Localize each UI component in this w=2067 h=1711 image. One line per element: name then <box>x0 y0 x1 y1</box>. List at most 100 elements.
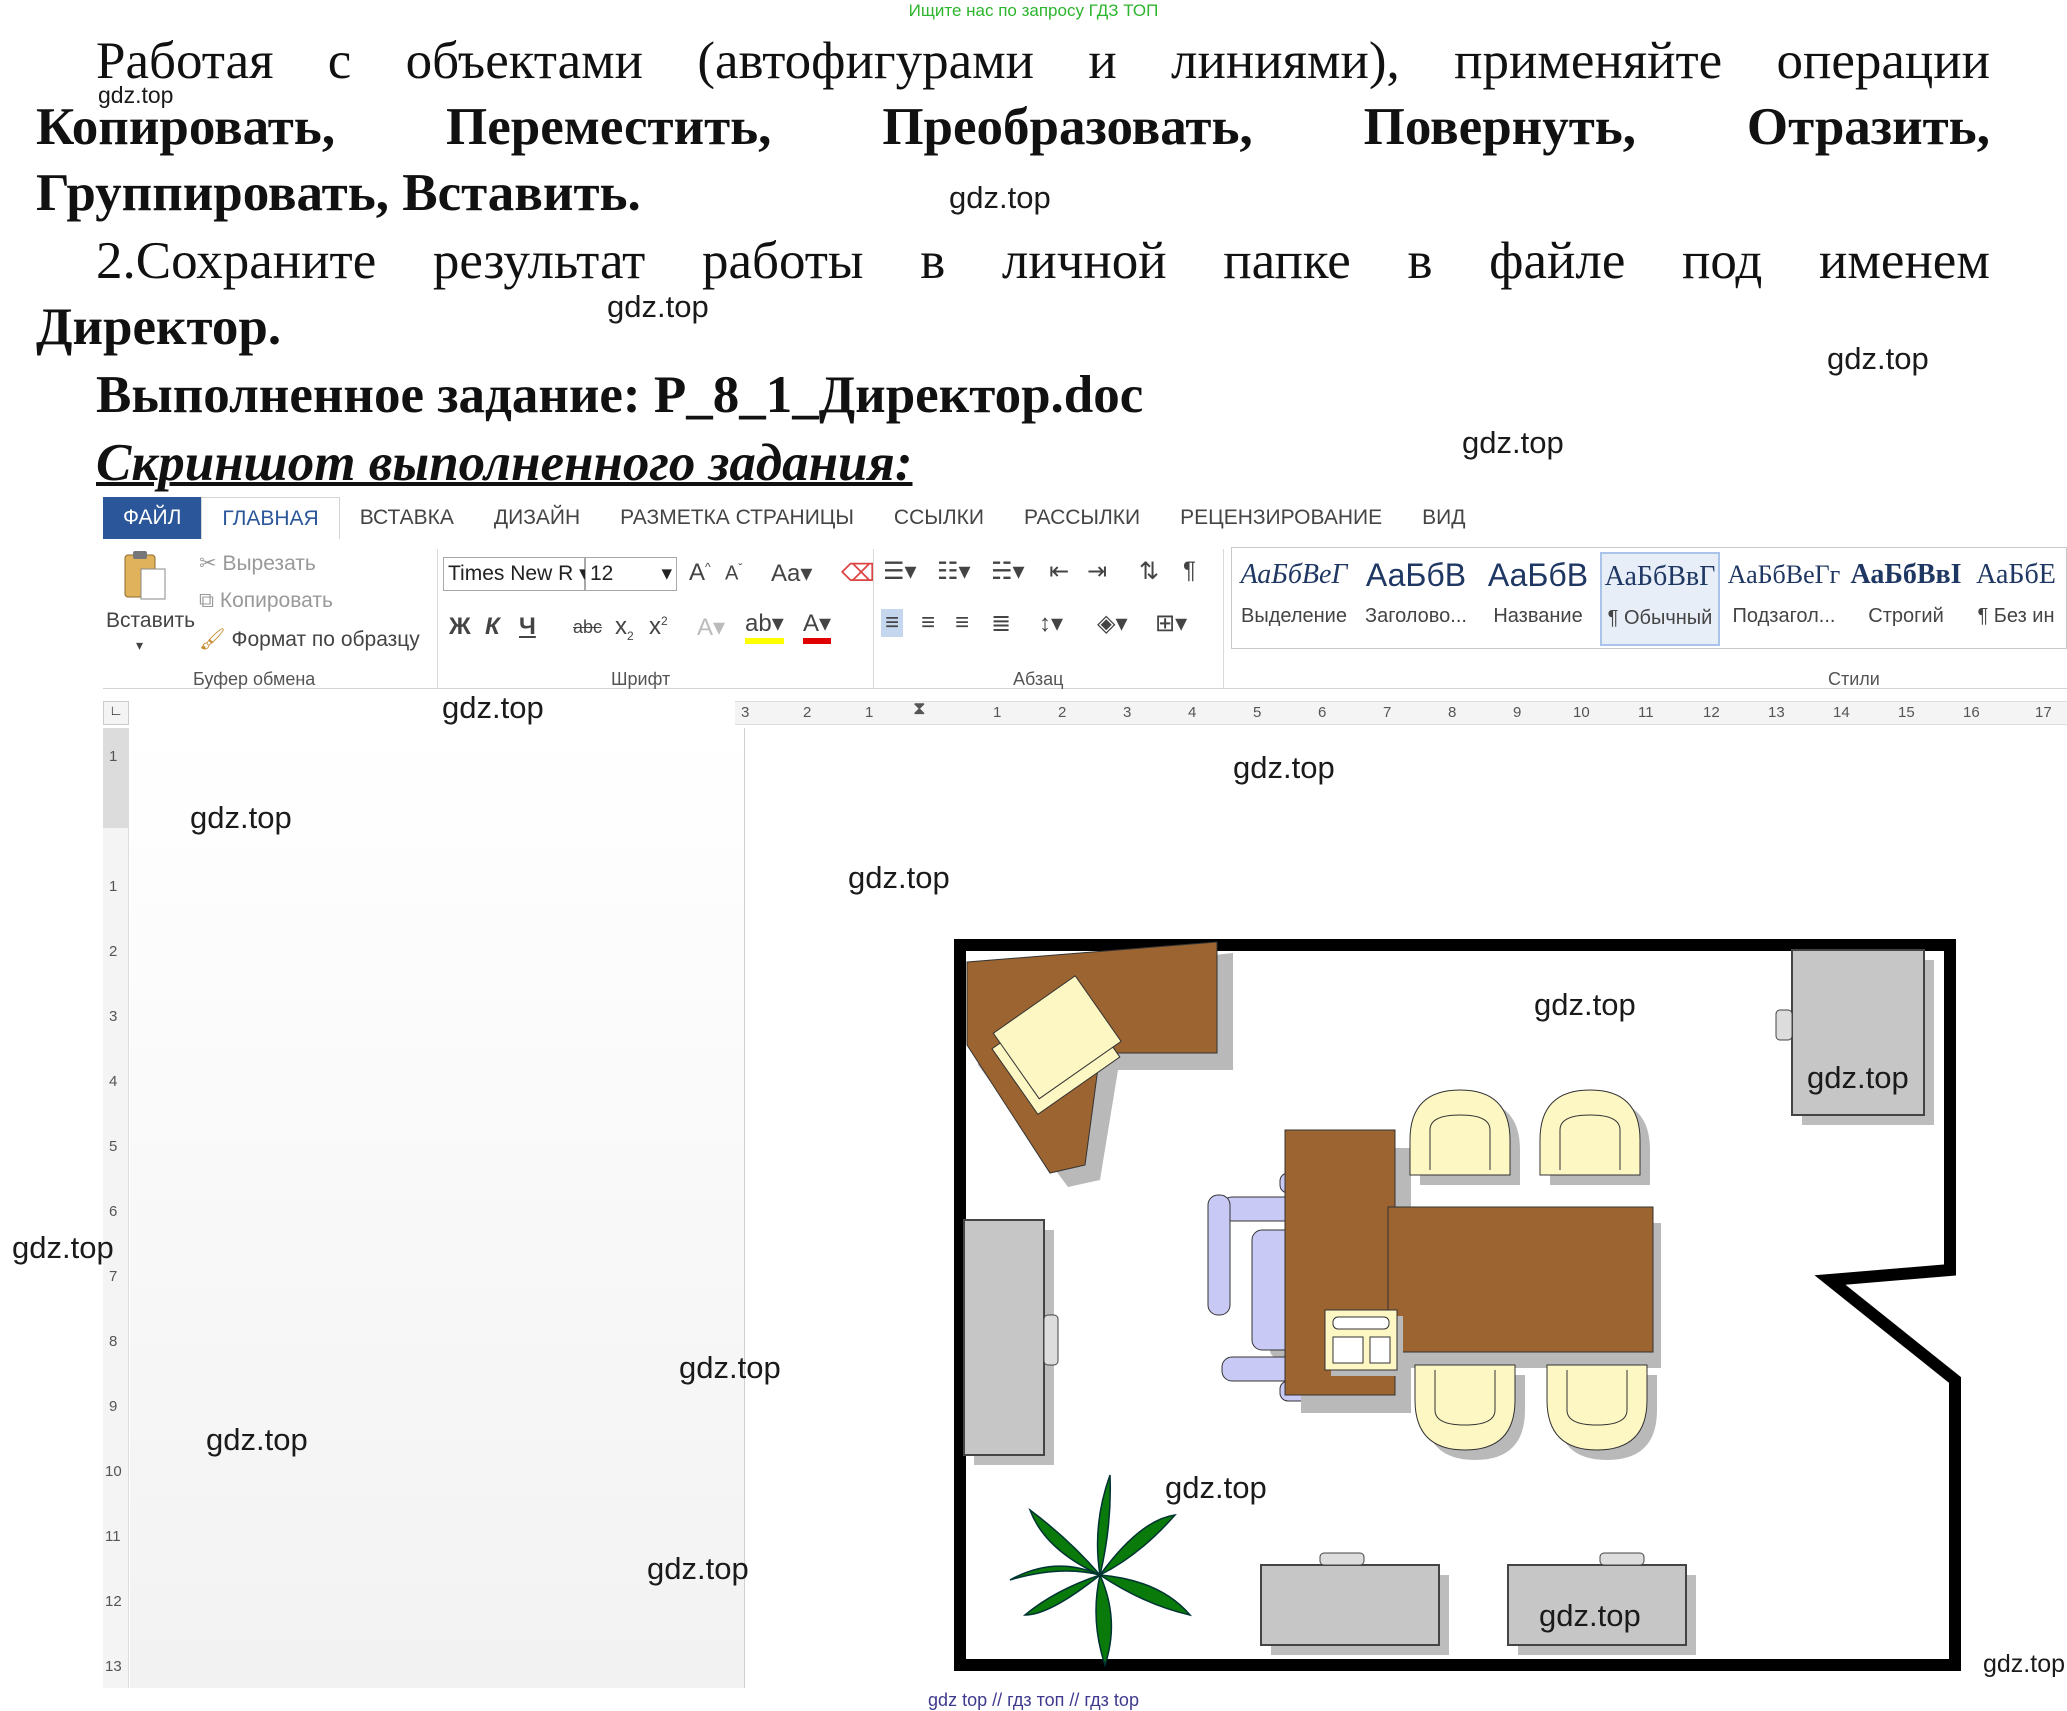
align-right-icon[interactable]: ≡ <box>955 609 969 637</box>
watermark: gdz.top <box>1827 341 1929 376</box>
ruler-number: 12 <box>105 1593 122 1610</box>
paste-button[interactable]: Вставить <box>106 609 195 633</box>
clear-format-icon[interactable]: ⌫ <box>841 559 875 588</box>
vertical-ruler[interactable]: 1 1 2 3 4 5 6 7 8 9 10 11 12 13 <box>103 728 129 1688</box>
strikethrough-button[interactable]: abc <box>573 617 602 638</box>
paste-icon[interactable] <box>123 549 167 601</box>
chevron-down-icon[interactable]: ▾ <box>136 637 143 654</box>
pilcrow-icon[interactable]: ¶ <box>1183 557 1196 585</box>
font-name-select[interactable]: Times New R ▾ <box>443 557 590 591</box>
tab-layout[interactable]: РАЗМЕТКА СТРАНИЦЫ <box>600 497 874 539</box>
tab-mailings[interactable]: РАССЫЛКИ <box>1004 497 1160 539</box>
paragraph-group-label: Абзац <box>1013 669 1064 689</box>
grow-font-icon[interactable]: A^ <box>689 559 711 587</box>
tab-design[interactable]: ДИЗАЙН <box>474 497 600 539</box>
bullets-icon[interactable]: ☰▾ <box>883 557 917 586</box>
scissors-icon: ✂ <box>199 552 223 575</box>
justify-icon[interactable]: ≣ <box>991 609 1011 638</box>
styles-group-label: Стили <box>1828 669 1880 689</box>
superscript-icon[interactable]: x2 <box>649 613 668 641</box>
font-color-icon[interactable]: A▾ <box>803 609 832 644</box>
style-strong[interactable]: АаБбВвI Строгий <box>1848 552 1964 646</box>
ruler-number: 12 <box>1703 704 1720 721</box>
numbering-icon[interactable]: ☷▾ <box>937 557 971 586</box>
shrink-font-icon[interactable]: Aˇ <box>725 561 742 586</box>
align-center-icon[interactable]: ≡ <box>921 609 935 637</box>
line-spacing-icon[interactable]: ↕▾ <box>1039 609 1063 638</box>
highlight-icon[interactable]: ab▾ <box>745 609 784 644</box>
watermark: gdz.top <box>12 1230 114 1265</box>
style-no-spacing[interactable]: АаБбЕ ¶ Без ин <box>1968 552 2064 646</box>
style-heading[interactable]: АаБбВ Заголово... <box>1356 552 1476 646</box>
watermark: gdz.top <box>1462 425 1564 460</box>
watermark: gdz.top <box>949 180 1051 215</box>
borders-icon[interactable]: ⊞▾ <box>1155 609 1187 638</box>
ruler-number: 3 <box>741 704 750 721</box>
cabinet-handle-icon <box>1319 1552 1365 1566</box>
style-normal[interactable]: АаБбВвГ ¶ Обычный <box>1600 552 1720 646</box>
ribbon: ФАЙЛ ГЛАВНАЯ ВСТАВКА ДИЗАЙН РАЗМЕТКА СТР… <box>103 497 2067 689</box>
styles-gallery: АаБбВеГ Выделение АаБбВ Заголово... АаБбВ Н… <box>1231 547 2067 649</box>
bold-button[interactable]: Ж <box>449 613 471 641</box>
group-divider <box>1223 549 1224 689</box>
conference-desk[interactable] <box>1387 1206 1654 1353</box>
completed-task-title: Выполненное задание: P_8_1_Директор.doc <box>96 366 1144 424</box>
cabinet-left[interactable] <box>963 1219 1045 1456</box>
footer-links[interactable]: gdz top // гдз топ // гдз top <box>0 1690 2067 1711</box>
style-subtitle[interactable]: АаБбВеГг Подзагол... <box>1724 552 1844 646</box>
watermark: gdz.top <box>848 860 950 895</box>
multilevel-list-icon[interactable]: ☵▾ <box>991 557 1025 586</box>
brush-icon: 🖌 <box>199 628 232 651</box>
text-effects-icon[interactable]: A▾ <box>697 613 725 642</box>
italic-button[interactable]: К <box>485 613 500 641</box>
ruler-number: 9 <box>109 1398 118 1415</box>
ruler-number: 7 <box>109 1268 118 1285</box>
change-case-icon[interactable]: Aa▾ <box>771 559 812 588</box>
cut-button[interactable]: ✂ Вырезать <box>199 551 316 576</box>
ruler-number: 5 <box>109 1138 118 1155</box>
format-painter-button[interactable]: 🖌 Формат по образцу <box>199 628 420 652</box>
tab-insert[interactable]: ВСТАВКА <box>340 497 474 539</box>
font-size-select[interactable]: 12 ▾ <box>585 557 677 591</box>
watermark: gdz.top <box>442 690 544 725</box>
ruler-number: 1 <box>109 878 118 895</box>
cabinet-handle-icon <box>1043 1314 1059 1366</box>
phone-icon[interactable] <box>1324 1309 1403 1376</box>
indent-marker-icon[interactable]: ⧗ <box>913 698 926 719</box>
tab-review[interactable]: РЕЦЕНЗИРОВАНИЕ <box>1160 497 1402 539</box>
underline-button[interactable]: Ч <box>519 613 536 641</box>
tab-view[interactable]: ВИД <box>1402 497 1485 539</box>
tab-selector-icon[interactable]: ∟ <box>103 701 129 725</box>
horizontal-ruler[interactable]: 3 2 1 ⧗ 1 2 3 4 5 6 7 8 9 10 11 12 13 14… <box>735 698 2067 725</box>
ruler-number: 13 <box>105 1658 122 1675</box>
ruler-number: 5 <box>1253 704 1262 721</box>
group-divider <box>873 549 874 689</box>
tab-references[interactable]: ССЫЛКИ <box>874 497 1004 539</box>
ruler-number: 1 <box>865 704 874 721</box>
group-divider <box>437 549 438 689</box>
watermark: gdz.top <box>1807 1060 1909 1095</box>
style-title[interactable]: АаБбВ Название <box>1480 552 1596 646</box>
style-emphasis[interactable]: АаБбВеГ Выделение <box>1236 552 1352 646</box>
copy-button[interactable]: ⧉ Копировать <box>199 589 333 613</box>
ruler-number: 3 <box>1123 704 1132 721</box>
task-line-4: 2.Сохраните результат работы в личной папке в ф… <box>96 232 1990 290</box>
align-left-icon[interactable]: ≡ <box>881 609 904 637</box>
watermark: gdz.top <box>1233 750 1335 785</box>
task-line-3: Группировать, Вставить. <box>36 164 641 222</box>
subscript-icon[interactable]: x2 <box>615 613 634 643</box>
decrease-indent-icon[interactable]: ⇤ <box>1049 557 1069 586</box>
tab-home[interactable]: ГЛАВНАЯ <box>201 497 340 539</box>
tab-file[interactable]: ФАЙЛ <box>103 497 202 539</box>
cabinet-bottom-left[interactable] <box>1260 1564 1440 1646</box>
watermark: gdz.top <box>206 1422 308 1457</box>
sort-icon[interactable]: ⇅ <box>1139 557 1159 586</box>
ruler-number: 6 <box>1318 704 1327 721</box>
shading-icon[interactable]: ◈▾ <box>1097 609 1128 638</box>
increase-indent-icon[interactable]: ⇥ <box>1087 557 1107 586</box>
ruler-number: 10 <box>105 1463 122 1480</box>
search-hint: Ищите нас по запросу ГДЗ ТОП <box>908 1 1159 20</box>
ruler-number: 11 <box>105 1528 121 1545</box>
screenshot-caption: Скриншот выполненного задания: <box>96 434 913 492</box>
ruler-number: 2 <box>109 943 118 960</box>
